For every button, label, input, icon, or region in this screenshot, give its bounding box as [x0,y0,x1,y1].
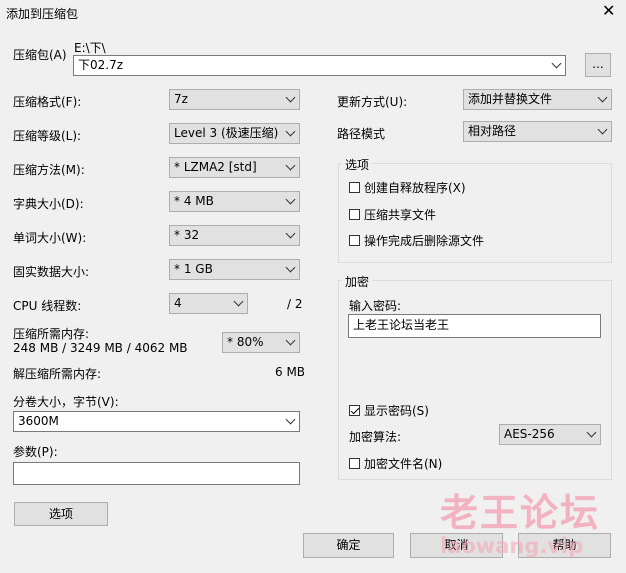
chevron-down-icon [285,160,296,171]
format-select[interactable]: 7z [169,89,300,110]
cpu-label: CPU 线程数: [13,299,82,313]
checkbox-box [349,405,360,416]
pathmode-select[interactable]: 相对路径 [463,121,612,142]
chevron-down-icon [597,124,608,135]
chevron-down-icon [586,427,597,438]
chevron-down-icon [285,335,296,346]
ok-button[interactable]: 确定 [303,533,394,558]
params-label: 参数(P): [13,445,58,459]
decomp-label: 解压缩所需内存: [13,367,102,381]
encrypt-names-label: 加密文件名(N) [364,457,443,471]
level-label: 压缩等级(L): [13,129,82,143]
word-value: * 32 [174,228,200,242]
solid-label: 固实数据大小: [13,265,90,279]
checkbox-box [349,458,360,469]
encrypt-group-title: 加密 [342,273,373,290]
algo-value: AES-256 [504,427,555,441]
browse-button[interactable]: ... [585,53,611,77]
chevron-down-icon [597,92,608,103]
format-value: 7z [174,92,188,106]
method-select[interactable]: * LZMA2 [std] [169,157,300,178]
checkbox-box [349,235,360,246]
sfx-label: 创建自释放程序(X) [364,181,466,195]
mem-select[interactable]: * 80% [222,332,300,353]
method-label: 压缩方法(M): [13,163,85,177]
checkbox-box [349,182,360,193]
watermark-text: 老王论坛 [440,491,601,535]
algo-label: 加密算法: [349,430,402,444]
window-title: 添加到压缩包 [6,7,79,21]
chevron-down-icon [285,126,296,137]
volume-label: 分卷大小，字节(V): [13,395,119,409]
mem-label: 压缩所需内存: [13,327,90,341]
show-password-checkbox[interactable]: 显示密码(S) [349,402,429,419]
cpu-select[interactable]: 4 [169,293,248,314]
chevron-down-icon [285,228,296,239]
pathmode-label: 路径模式 [337,127,386,141]
checkbox-box [349,209,360,220]
params-input[interactable] [13,462,300,485]
volume-combo[interactable]: 3600M [13,411,300,432]
update-value: 添加并替换文件 [468,92,553,106]
method-value: * LZMA2 [std] [174,160,257,174]
chevron-down-icon [285,194,296,205]
mem-value: * 80% [227,335,264,349]
pathmode-value: 相对路径 [468,124,517,138]
word-select[interactable]: * 32 [169,225,300,246]
chevron-down-icon [285,262,296,273]
archive-label: 压缩包(A) [13,48,67,62]
options-button[interactable]: 选项 [14,502,108,526]
password-label: 输入密码: [349,299,402,313]
encrypt-names-checkbox[interactable]: 加密文件名(N) [349,455,442,472]
watermark-url: laowang.vip [440,534,584,558]
archive-filename: 下02.7z [78,58,124,72]
archive-filename-combo[interactable]: 下02.7z [73,55,566,76]
chevron-down-icon [285,92,296,103]
close-icon[interactable]: ✕ [602,3,615,19]
chevron-down-icon [551,58,562,69]
mem-detail: 248 MB / 3249 MB / 4062 MB [13,341,188,355]
shared-label: 压缩共享文件 [364,208,437,222]
password-input[interactable]: 上老王论坛当老王 [348,314,601,338]
chevron-down-icon [233,296,244,307]
delete-checkbox[interactable]: 操作完成后删除源文件 [349,232,484,249]
update-label: 更新方式(U): [337,95,408,109]
cpu-total: / 2 [287,297,303,311]
format-label: 压缩格式(F): [13,95,82,109]
level-value: Level 3 (极速压缩) [174,126,279,140]
sfx-checkbox[interactable]: 创建自释放程序(X) [349,179,466,196]
update-select[interactable]: 添加并替换文件 [463,89,612,110]
volume-value: 3600M [18,414,59,428]
dict-label: 字典大小(D): [13,197,84,211]
level-select[interactable]: Level 3 (极速压缩) [169,123,300,144]
solid-value: * 1 GB [174,262,213,276]
delete-label: 操作完成后删除源文件 [364,234,485,248]
shared-checkbox[interactable]: 压缩共享文件 [349,206,436,223]
solid-select[interactable]: * 1 GB [169,259,300,280]
decomp-value: 6 MB [275,365,306,379]
dict-select[interactable]: * 4 MB [169,191,300,212]
options-group-title: 选项 [342,156,373,173]
cpu-value: 4 [174,296,182,310]
archive-path: E:\下\ [74,41,106,55]
algo-select[interactable]: AES-256 [499,424,601,445]
chevron-down-icon [285,414,296,425]
word-label: 单词大小(W): [13,231,87,245]
show-password-label: 显示密码(S) [364,404,429,418]
dict-value: * 4 MB [174,194,214,208]
